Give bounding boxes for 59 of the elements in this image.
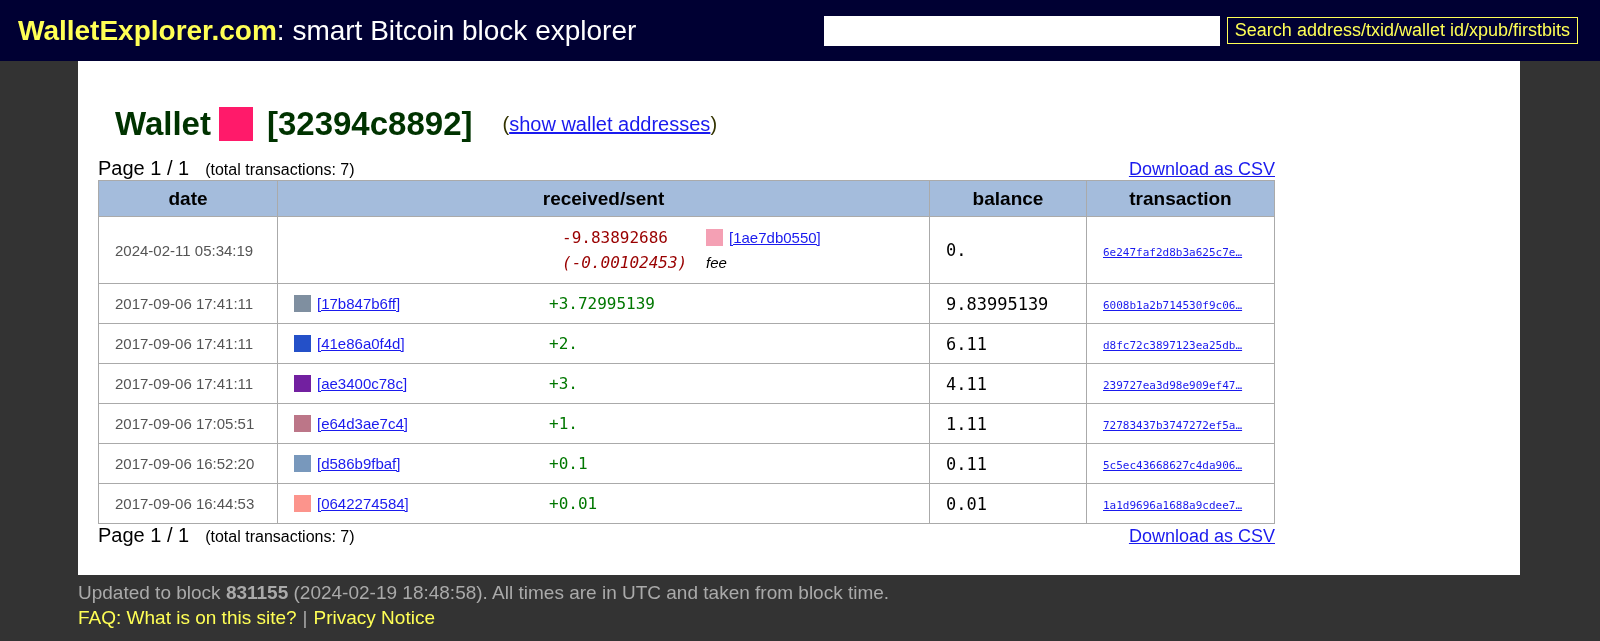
date-cell: 2017-09-06 17:05:51 [98,403,278,444]
transaction-link[interactable]: 239727ea3d98e909ef47… [1103,379,1243,392]
wallet-link[interactable]: [0642274584] [317,495,543,512]
site-logo-link[interactable]: WalletExplorer.com [18,14,277,46]
fee-amount-text: (-0.00102453) [562,253,689,272]
transaction-link[interactable]: 72783437b3747272ef5a… [1103,419,1243,432]
amount-text: +3.72995139 [549,294,656,313]
amount-text: +0.1 [549,454,589,473]
transaction-link[interactable]: 6008b1a2b714530f9c06… [1103,299,1243,312]
transaction-link[interactable]: 1a1d9696a1688a9cdee7… [1103,499,1243,512]
wallet-link[interactable]: [d586b9fbaf] [317,455,543,472]
balance-cell: 4.11 [929,363,1087,404]
wallet-link[interactable]: [17b847b6ff] [317,295,543,312]
paren-text: ) [710,112,718,136]
transaction-count: (total transactions: 7) [205,161,355,178]
paren-text: ( [502,112,510,136]
date-cell: 2017-09-06 16:44:53 [98,483,278,524]
wallet-link[interactable]: [ae3400c78c] [317,375,543,392]
date-cell: 2017-09-06 17:41:11 [98,283,278,324]
transaction-count: (total transactions: 7) [205,528,355,545]
download-csv-link[interactable]: Download as CSV [1128,526,1275,547]
balance-cell: 6.11 [929,323,1087,364]
wallet-id: [32394c8892] [266,105,473,143]
column-header: date [98,180,278,217]
page-indicator: Page 1 / 1 [98,157,190,179]
update-info-text: Updated to block 831155 (2024-02-19 18:48:58). All times are in UTC and taken from block time. [78,581,891,605]
date-cell: 2024-02-11 05:34:19 [98,216,278,284]
page-indicator: Page 1 / 1 [98,524,190,546]
date-cell: 2017-09-06 16:52:20 [98,443,278,484]
download-csv-link[interactable]: Download as CSV [1128,159,1275,180]
fee-label: fee [706,254,728,271]
column-header: balance [929,180,1087,217]
amount-text: +0.01 [549,494,599,513]
privacy-link[interactable]: Privacy Notice [313,607,435,628]
separator-text: | [302,607,308,628]
date-cell: 2017-09-06 17:41:11 [98,363,278,404]
wallet-link[interactable]: [e64d3ae7c4] [317,415,543,432]
transaction-link[interactable]: 6e247faf2d8b3a625c7e… [1103,245,1243,259]
wallet-link[interactable]: [41e86a0f4d] [317,335,543,352]
wallet-link[interactable]: [1ae7db0550] [729,229,913,246]
wallet-heading: Wallet [115,105,211,143]
amount-text: -9.83892686 [562,228,669,247]
tagline-text: : smart Bitcoin block explorer [276,14,637,46]
faq-link[interactable]: FAQ: What is on this site? [78,607,297,628]
column-header: transaction [1086,180,1275,217]
amount-text: +3. [549,374,579,393]
amount-text: +2. [549,334,579,353]
search-field[interactable] [823,15,1220,46]
column-header: received/sent [277,180,930,217]
amount-text: +1. [549,414,579,433]
balance-cell: 0. [929,216,1087,284]
balance-cell: 9.83995139 [929,283,1087,324]
balance-cell: 0.01 [929,483,1087,524]
date-cell: 2017-09-06 17:41:11 [98,323,278,364]
balance-cell: 1.11 [929,403,1087,444]
transaction-link[interactable]: 5c5ec43668627c4da906… [1103,459,1243,472]
balance-cell: 0.11 [929,443,1087,484]
search-button[interactable]: Search address/txid/wallet id/xpub/firstbits [1226,17,1578,44]
transaction-link[interactable]: d8fc72c3897123ea25db… [1103,339,1243,352]
